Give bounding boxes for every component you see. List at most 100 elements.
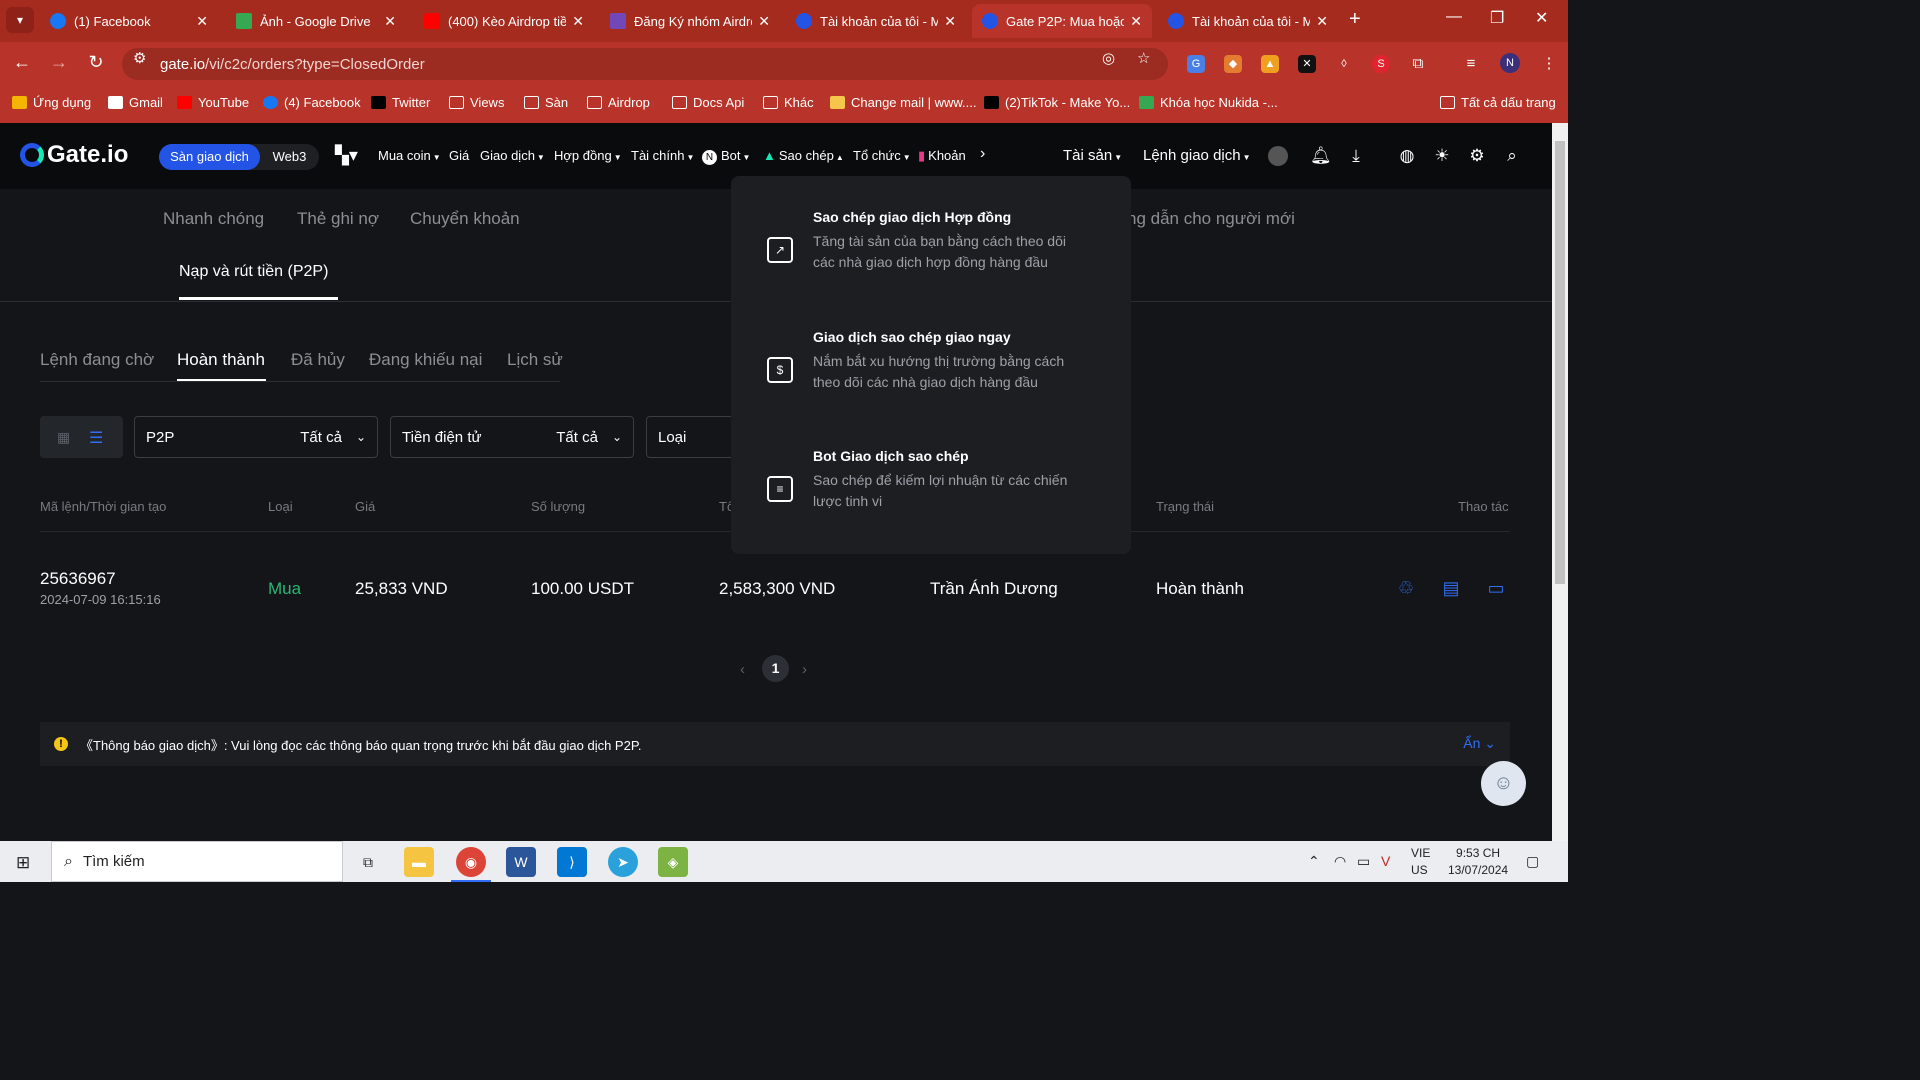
pager-prev-icon[interactable]: ‹ (740, 661, 745, 678)
bookmark-folder[interactable]: Views (449, 95, 504, 110)
back-icon[interactable]: ← (9, 52, 35, 73)
telegram-icon[interactable]: ➤ (608, 847, 638, 877)
battery-icon[interactable]: ▭ (1357, 853, 1370, 870)
bookmark-folder[interactable]: Airdrop (587, 95, 650, 110)
tab-appeal[interactable]: Đang khiếu nại (369, 350, 482, 370)
switch-exchange[interactable]: Sàn giao dịch (159, 144, 260, 170)
tab-history[interactable]: Lịch sử (507, 350, 563, 370)
scrollbar-thumb[interactable] (1555, 141, 1565, 584)
nav-finance[interactable]: Tài chính ▼ (631, 148, 694, 163)
nav-trade[interactable]: Giao dịch ▼ (480, 148, 545, 163)
order-id[interactable]: 25636967 (40, 569, 116, 589)
page-scrollbar[interactable] (1552, 123, 1568, 841)
bookmark-item[interactable]: Ứng dụng (12, 95, 91, 110)
settings-icon[interactable]: ⚙ (1467, 146, 1487, 166)
tray-chevron-icon[interactable]: ⌃ (1308, 853, 1320, 870)
translate-icon[interactable]: G (1187, 55, 1205, 73)
bookmark-item[interactable]: (4) Facebook (263, 95, 361, 110)
close-window-icon[interactable]: ✕ (1535, 8, 1548, 28)
user-avatar[interactable] (1268, 146, 1288, 166)
chat-icon[interactable]: ▭ (1485, 578, 1507, 600)
close-tab-icon[interactable]: ✕ (384, 13, 396, 30)
browser-tab[interactable]: Tài khoản của tôi - M ✕ (786, 4, 966, 38)
bookmark-item[interactable]: Khóa học Nukida -... (1139, 95, 1278, 110)
close-tab-icon[interactable]: ✕ (196, 13, 208, 30)
filter-crypto[interactable]: Tiền điện tử Tất cả ⌄ (390, 416, 634, 458)
bell-icon[interactable]: 🔔︎ (1310, 146, 1332, 166)
bluestacks-icon[interactable]: ◈ (658, 847, 688, 877)
theme-sun-icon[interactable]: ☀ (1432, 146, 1452, 166)
subnav-express[interactable]: Nhanh chóng (163, 209, 264, 229)
orders-menu[interactable]: Lệnh giao dịch ▼ (1143, 147, 1251, 164)
close-tab-icon[interactable]: ✕ (572, 13, 584, 30)
close-tab-icon[interactable]: ✕ (758, 13, 770, 30)
assets-menu[interactable]: Tài sản ▼ (1063, 147, 1122, 164)
notifications-icon[interactable]: ▢ (1526, 853, 1539, 870)
browser-tab[interactable]: (400) Kèo Airdrop tiền ✕ (414, 4, 594, 38)
task-view-icon[interactable]: ⧉ (353, 847, 383, 877)
browser-tab[interactable]: Đăng Ký nhóm Airdro ✕ (600, 4, 780, 38)
subnav-beginner-guide[interactable]: ng dẫn cho người mới (1127, 209, 1295, 229)
site-info-icon[interactable]: ⚙ (133, 49, 146, 67)
nav-bot[interactable]: N Bot ▼ (702, 148, 750, 165)
file-explorer-icon[interactable]: ▬ (404, 847, 434, 877)
language-indicator[interactable]: VIE US (1411, 845, 1430, 879)
bookmark-item[interactable]: (2)TikTok - Make Yo... (984, 95, 1130, 110)
reload-icon[interactable]: ↻ (83, 52, 109, 73)
close-tab-icon[interactable]: ✕ (1316, 13, 1328, 30)
system-clock[interactable]: 9:53 CH 13/07/2024 (1448, 845, 1508, 879)
restore-icon[interactable]: ❐ (1490, 8, 1504, 28)
nav-loan[interactable]: ▮ Khoản (918, 148, 966, 164)
dropdown-item-spot-copy[interactable]: $ Giao dịch sao chép giao ngay Nắm bắt x… (731, 329, 1131, 439)
tab-search-button[interactable]: ▾ (6, 7, 34, 33)
nav-copy-trading[interactable]: ▲ Sao chép ▲ (763, 148, 844, 163)
nav-futures[interactable]: Hợp đồng ▼ (554, 148, 622, 163)
taskbar-search[interactable]: ⌕ Tìm kiếm (51, 841, 343, 882)
all-bookmarks-folder[interactable]: Tất cả dấu trang (1440, 95, 1556, 110)
eye-off-icon[interactable]: ◎ (1102, 49, 1115, 67)
bookmark-folder[interactable]: Docs Api (672, 95, 744, 110)
tab-completed[interactable]: Hoàn thành (177, 350, 265, 370)
pager-current[interactable]: 1 (762, 655, 789, 682)
tab-cancelled[interactable]: Đã hủy (291, 350, 345, 370)
hide-notice-button[interactable]: Ẩn ⌄ (1463, 735, 1496, 752)
metamask-icon[interactable]: ◆ (1224, 55, 1242, 73)
user-profile-icon[interactable]: ♲ (1395, 578, 1417, 600)
subnav-p2p[interactable]: Nạp và rút tiền (P2P) (179, 263, 328, 281)
new-tab-button[interactable]: + (1349, 8, 1361, 31)
subnav-debit-card[interactable]: Thẻ ghi nợ (297, 209, 379, 229)
network-icon[interactable]: ◠ (1334, 853, 1346, 870)
browser-tab[interactable]: (1) Facebook ✕ (40, 4, 218, 38)
order-detail-icon[interactable]: ▤ (1440, 578, 1462, 600)
bookmark-item[interactable]: Twitter (371, 95, 430, 110)
support-chat-icon[interactable]: ☺ (1481, 761, 1526, 806)
list-view-icon[interactable]: ☰ (89, 428, 107, 447)
vietkey-icon[interactable]: V (1381, 853, 1390, 869)
tab-pending[interactable]: Lệnh đang chờ (40, 350, 154, 370)
vscode-icon[interactable]: ⟩ (557, 847, 587, 877)
profile-avatar[interactable]: N (1500, 53, 1520, 73)
bookmark-folder[interactable]: Khác (763, 95, 814, 110)
pager-next-icon[interactable]: › (802, 661, 807, 678)
gate-logo[interactable]: Gate.io (20, 141, 128, 169)
grid-view-icon[interactable]: ▦ (57, 429, 73, 445)
close-tab-icon[interactable]: ✕ (1130, 13, 1142, 30)
bookmark-folder[interactable]: Sàn (524, 95, 568, 110)
apps-grid-icon[interactable]: ▚▾ (335, 145, 358, 166)
bookmark-item[interactable]: Change mail | www.... (830, 95, 976, 110)
exchange-web3-switch[interactable]: Sàn giao dịch Web3 (159, 144, 319, 170)
menu-kebab-icon[interactable]: ⋮ (1540, 55, 1558, 73)
filter-p2p[interactable]: P2P Tất cả ⌄ (134, 416, 378, 458)
drop-icon[interactable]: ◊ (1335, 55, 1353, 73)
dropdown-item-futures-copy[interactable]: ↗ Sao chép giao dịch Hợp đồng Tăng tài s… (731, 209, 1131, 319)
close-tab-icon[interactable]: ✕ (944, 13, 956, 30)
extensions-icon[interactable]: ⧉ (1409, 55, 1427, 73)
browser-tab[interactable]: Tài khoản của tôi - M ✕ (1158, 4, 1338, 38)
forward-icon[interactable]: → (46, 52, 72, 73)
s-extension-icon[interactable]: S (1372, 55, 1390, 73)
minimize-icon[interactable]: — (1446, 8, 1462, 26)
nav-institutional[interactable]: Tổ chức ▼ (853, 148, 911, 163)
bookmark-star-icon[interactable]: ☆ (1137, 49, 1150, 67)
dropdown-item-bot-copy[interactable]: ≡ Bot Giao dịch sao chép Sao chép để kiế… (731, 448, 1131, 558)
address-bar[interactable]: gate.io/vi/c2c/orders?type=ClosedOrder (122, 48, 1168, 80)
